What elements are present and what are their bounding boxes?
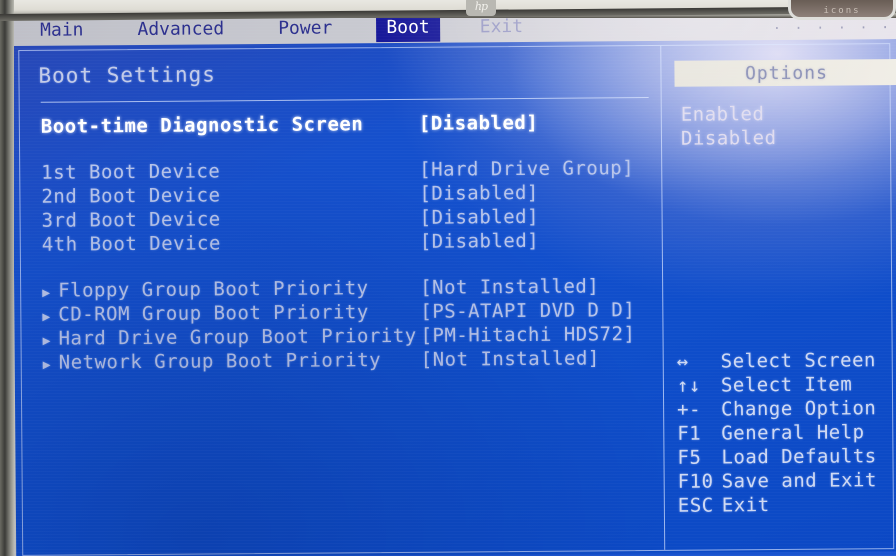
- options-pane: Options Enabled Disabled ↔ Select Screen…: [662, 43, 896, 551]
- key-help-desc: Select Item: [720, 373, 853, 397]
- key-help-desc: Exit: [721, 494, 770, 517]
- submenu-arrow-icon: ▶: [42, 285, 51, 301]
- setting-label-text: CD-ROM Group Boot Priority: [58, 301, 369, 326]
- setting-label: 2nd Boot Device: [41, 184, 221, 208]
- monitor-screen-rotation-wrapper: Main Advanced Power Boot Exit . . . . . …: [12, 9, 896, 556]
- setting-value: [Disabled]: [419, 181, 539, 205]
- settings-pane: Boot Settings Boot-time Diagnostic Scree…: [18, 45, 664, 556]
- setting-label-text: Hard Drive Group Boot Priority: [58, 324, 417, 350]
- key-help-row-general-help: F1 General Help: [665, 421, 893, 447]
- page-title: Boot Settings: [38, 62, 216, 88]
- key-esc-label: ESC: [677, 494, 714, 517]
- key-help-desc: Change Option: [721, 397, 877, 421]
- options-header-label: Options: [744, 62, 828, 84]
- key-help-legend: ↔ Select Screen ↑↓ Select Item +- Change…: [665, 349, 894, 519]
- key-help-row-save-and-exit: F10 Save and Exit: [666, 469, 894, 495]
- setting-label: 1st Boot Device: [41, 160, 221, 184]
- key-f1-label: F1: [677, 422, 702, 445]
- setting-label: ▶ CD-ROM Group Boot Priority: [20, 301, 420, 326]
- key-f10-label: F10: [677, 470, 714, 493]
- setting-label: Boot-time Diagnostic Screen: [40, 113, 364, 138]
- options-header-bar: Options: [674, 59, 896, 87]
- setting-value: [Hard Drive Group]: [419, 157, 635, 181]
- submenu-arrow-icon: ▶: [42, 309, 51, 325]
- webcam-module-icon: icons: [788, 0, 896, 20]
- key-help-desc: Load Defaults: [721, 445, 877, 469]
- key-help-desc: General Help: [721, 421, 865, 445]
- key-help-desc: Select Screen: [720, 349, 877, 373]
- setting-value: [PS-ATAPI DVD D D]: [420, 299, 636, 323]
- option-item-disabled[interactable]: Disabled: [681, 125, 881, 151]
- tab-power[interactable]: Power: [268, 14, 342, 43]
- setting-value: [PM-Hitachi HDS72]: [420, 323, 636, 347]
- setting-label: ▶ Floppy Group Boot Priority: [20, 277, 420, 302]
- setting-label: 4th Boot Device: [41, 232, 221, 256]
- key-help-row-exit: ESC Exit: [666, 493, 894, 519]
- settings-rows: Boot-time Diagnostic Screen [Disabled] 1…: [19, 111, 663, 376]
- title-divider: [40, 97, 649, 103]
- setting-label-text: Network Group Boot Priority: [58, 349, 382, 374]
- setting-label: 3rd Boot Device: [41, 208, 221, 232]
- option-item-enabled[interactable]: Enabled: [681, 101, 881, 127]
- key-help-row-load-defaults: F5 Load Defaults: [665, 445, 893, 471]
- submenu-arrow-icon: ▶: [42, 357, 52, 373]
- setting-value: [Disabled]: [419, 205, 540, 229]
- setting-value: [Disabled]: [418, 111, 539, 135]
- up-down-arrow-icon: ↑↓: [676, 374, 701, 397]
- left-right-arrow-icon: ↔: [676, 350, 689, 373]
- key-help-row-select-screen: ↔ Select Screen: [665, 349, 893, 375]
- submenu-arrow-icon: ▶: [42, 333, 51, 349]
- setting-label-text: Floppy Group Boot Priority: [58, 277, 369, 302]
- hp-logo-icon: hp: [466, 0, 496, 16]
- plus-minus-icon: +-: [677, 398, 702, 421]
- bios-photo: Main Advanced Power Boot Exit . . . . . …: [0, 0, 896, 556]
- key-help-row-change-option: +- Change Option: [665, 397, 893, 423]
- setting-value: [Not Installed]: [420, 275, 600, 299]
- setting-value: [Disabled]: [419, 229, 540, 253]
- key-help-desc: Save and Exit: [721, 469, 877, 493]
- key-help-row-select-item: ↑↓ Select Item: [665, 373, 893, 399]
- monitor-left-bezel: [0, 0, 14, 556]
- setting-value: [Not Installed]: [420, 347, 600, 371]
- setting-row-network-group-boot-priority[interactable]: ▶ Network Group Boot Priority [Not Instal…: [21, 347, 663, 376]
- key-f5-label: F5: [677, 446, 702, 469]
- setting-label: ▶ Hard Drive Group Boot Priority: [20, 325, 420, 350]
- bios-screen: Main Advanced Power Boot Exit . . . . . …: [12, 9, 896, 556]
- options-list: Enabled Disabled: [681, 101, 881, 151]
- setting-label: ▶ Network Group Boot Priority: [21, 349, 421, 374]
